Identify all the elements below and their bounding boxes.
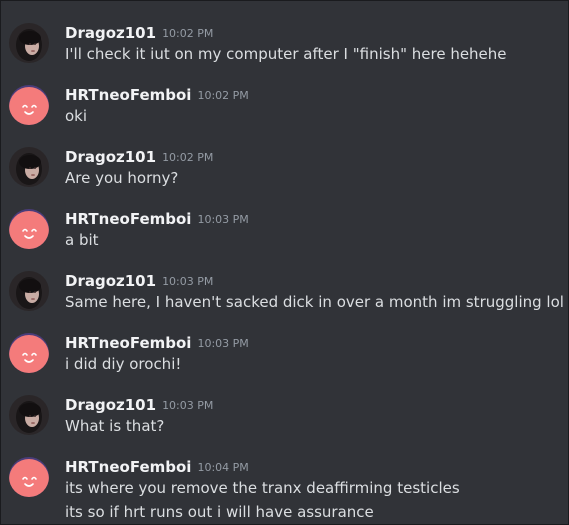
pink-face-avatar-icon [9, 457, 49, 497]
user-avatar-hrtneofemboi[interactable] [9, 209, 49, 249]
username[interactable]: Dragoz101 [65, 272, 156, 290]
username[interactable]: HRTneoFemboi [65, 334, 191, 352]
message-text: Same here, I haven't sacked dick in over… [65, 293, 564, 311]
pink-face-avatar-icon [9, 85, 49, 125]
photo-avatar-icon [9, 23, 49, 63]
timestamp[interactable]: 10:03 PM [197, 337, 248, 350]
message-text: its where you remove the tranx deaffirmi… [65, 479, 460, 497]
user-avatar-hrtneofemboi[interactable] [9, 85, 49, 125]
message-text: i did diy orochi! [65, 355, 182, 373]
user-avatar-dragoz101[interactable] [9, 23, 49, 63]
photo-avatar-icon [9, 147, 49, 187]
timestamp[interactable]: 10:02 PM [162, 27, 213, 40]
message-header: HRTneoFemboi 10:04 PM [65, 457, 249, 477]
message-header: Dragoz101 10:02 PM [65, 147, 213, 167]
message-header: HRTneoFemboi 10:03 PM [65, 333, 249, 353]
username[interactable]: Dragoz101 [65, 148, 156, 166]
message-text: I'll check it iut on my computer after I… [65, 45, 507, 63]
timestamp[interactable]: 10:03 PM [197, 213, 248, 226]
message-text: What is that? [65, 417, 165, 435]
message-header: Dragoz101 10:03 PM [65, 271, 213, 291]
message-header: Dragoz101 10:03 PM [65, 395, 213, 415]
timestamp[interactable]: 10:02 PM [197, 89, 248, 102]
message-header: HRTneoFemboi 10:02 PM [65, 85, 249, 105]
message-text: oki [65, 107, 88, 125]
photo-avatar-icon [9, 395, 49, 435]
user-avatar-dragoz101[interactable] [9, 271, 49, 311]
username[interactable]: HRTneoFemboi [65, 458, 191, 476]
user-avatar-hrtneofemboi[interactable] [9, 457, 49, 497]
timestamp[interactable]: 10:03 PM [162, 399, 213, 412]
photo-avatar-icon [9, 271, 49, 311]
username[interactable]: Dragoz101 [65, 396, 156, 414]
pink-face-avatar-icon [9, 209, 49, 249]
user-avatar-hrtneofemboi[interactable] [9, 333, 49, 373]
message-text: its so if hrt runs out i will have assur… [65, 503, 374, 521]
message-text: a bit [65, 231, 99, 249]
message-text: Are you horny? [65, 169, 179, 187]
timestamp[interactable]: 10:03 PM [162, 275, 213, 288]
message-header: Dragoz101 10:02 PM [65, 23, 213, 43]
user-avatar-dragoz101[interactable] [9, 147, 49, 187]
message-header: HRTneoFemboi 10:03 PM [65, 209, 249, 229]
user-avatar-dragoz101[interactable] [9, 395, 49, 435]
timestamp[interactable]: 10:02 PM [162, 151, 213, 164]
username[interactable]: HRTneoFemboi [65, 210, 191, 228]
username[interactable]: HRTneoFemboi [65, 86, 191, 104]
chat-message-list[interactable]: Dragoz101 10:02 PM I'll check it iut on m… [1, 1, 568, 524]
pink-face-avatar-icon [9, 333, 49, 373]
username[interactable]: Dragoz101 [65, 24, 156, 42]
timestamp[interactable]: 10:04 PM [197, 461, 248, 474]
